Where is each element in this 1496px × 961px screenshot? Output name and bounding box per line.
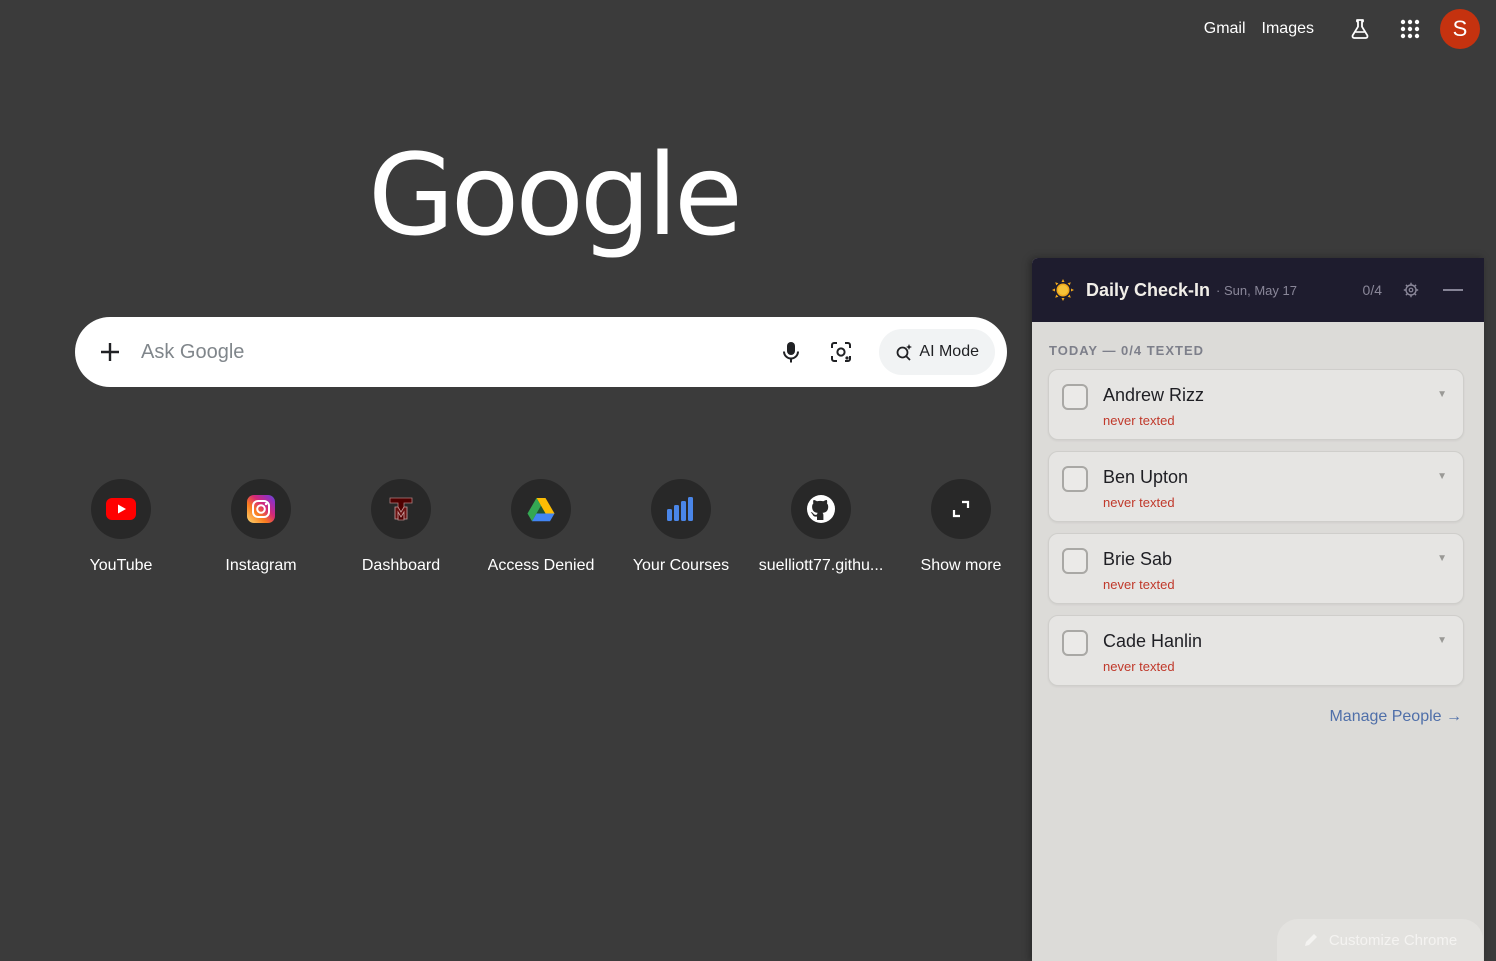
google-logo: Google	[368, 131, 743, 261]
ai-mode-label: AI Mode	[919, 343, 979, 360]
shortcut-label: Show more	[920, 557, 1002, 574]
person-status: never texted	[1103, 413, 1175, 428]
manage-people-link[interactable]: Manage People →	[1329, 708, 1462, 726]
shortcut-your-courses[interactable]: Your Courses	[611, 479, 751, 575]
shortcut-label: YouTube	[89, 557, 153, 574]
gmail-link[interactable]: Gmail	[1204, 20, 1246, 38]
texted-checkbox[interactable]	[1062, 548, 1088, 574]
texted-checkbox[interactable]	[1062, 384, 1088, 410]
chevron-down-icon[interactable]: ▼	[1437, 389, 1447, 400]
panel-header: Daily Check-In · Sun, May 17 0/4	[1032, 258, 1484, 322]
texted-checkbox[interactable]	[1062, 630, 1088, 656]
people-list: Andrew Rizz never texted ▼ Ben Upton nev…	[1048, 369, 1484, 686]
shortcut-youtube[interactable]: YouTube	[51, 479, 191, 575]
sun-icon	[1052, 279, 1074, 301]
search-box: AI Mode	[75, 317, 1007, 387]
apps-grid-icon[interactable]	[1390, 9, 1430, 49]
person-name: Cade Hanlin	[1103, 631, 1203, 651]
settings-gear-icon[interactable]	[1400, 279, 1422, 301]
plus-icon[interactable]	[97, 339, 123, 365]
customize-chrome-button[interactable]: Customize Chrome	[1277, 919, 1483, 961]
person-card[interactable]: Cade Hanlin never texted ▼	[1048, 615, 1464, 686]
person-name: Andrew Rizz	[1103, 385, 1205, 405]
github-icon	[791, 479, 851, 539]
minimize-icon[interactable]	[1442, 279, 1464, 301]
youtube-icon	[91, 479, 151, 539]
section-label: TODAY — 0/4 TEXTED	[1049, 343, 1205, 358]
person-name: Ben Upton	[1103, 467, 1189, 487]
shortcut-label: Access Denied	[487, 557, 595, 574]
shortcut-dashboard[interactable]: Dashboard	[331, 479, 471, 575]
chevron-down-icon[interactable]: ▼	[1437, 635, 1447, 646]
person-status: never texted	[1103, 495, 1175, 510]
person-card[interactable]: Brie Sab never texted ▼	[1048, 533, 1464, 604]
person-card[interactable]: Andrew Rizz never texted ▼	[1048, 369, 1464, 440]
customize-chrome-label: Customize Chrome	[1328, 931, 1458, 949]
ai-mode-button[interactable]: AI Mode	[879, 329, 995, 375]
bar-chart-icon	[651, 479, 711, 539]
top-bar: Gmail Images S	[1204, 9, 1480, 49]
shortcut-label: Dashboard	[361, 557, 441, 574]
shortcut-github[interactable]: suelliott77.githu...	[751, 479, 891, 575]
chevron-down-icon[interactable]: ▼	[1437, 471, 1447, 482]
shortcut-show-more[interactable]: Show more	[891, 479, 1031, 575]
search-input[interactable]	[139, 339, 772, 365]
google-drive-icon	[511, 479, 571, 539]
person-card[interactable]: Ben Upton never texted ▼	[1048, 451, 1464, 522]
person-status: never texted	[1103, 577, 1175, 592]
shortcut-access-denied[interactable]: Access Denied	[471, 479, 611, 575]
images-link[interactable]: Images	[1262, 20, 1314, 38]
shortcut-label: Your Courses	[632, 557, 730, 574]
texted-checkbox[interactable]	[1062, 466, 1088, 492]
microphone-icon[interactable]	[771, 332, 811, 372]
labs-flask-icon[interactable]	[1340, 9, 1380, 49]
shortcuts-row: YouTube Instagram Dashboard Access Denie…	[51, 479, 1031, 575]
person-name: Brie Sab	[1103, 549, 1173, 569]
shortcut-instagram[interactable]: Instagram	[191, 479, 331, 575]
instagram-icon	[231, 479, 291, 539]
google-lens-icon[interactable]	[821, 332, 861, 372]
person-status: never texted	[1103, 659, 1175, 674]
daily-check-in-panel: Daily Check-In · Sun, May 17 0/4 TODAY —…	[1032, 258, 1484, 961]
panel-count: 0/4	[1362, 282, 1382, 298]
pencil-icon	[1304, 934, 1317, 946]
account-avatar[interactable]: S	[1440, 9, 1480, 49]
tamu-icon	[371, 479, 431, 539]
expand-icon	[931, 479, 991, 539]
shortcut-label: Instagram	[225, 557, 297, 574]
panel-title: Daily Check-In	[1086, 279, 1211, 300]
panel-date: · Sun, May 17	[1216, 282, 1297, 298]
chevron-down-icon[interactable]: ▼	[1437, 553, 1447, 564]
shortcut-label: suelliott77.githu...	[758, 557, 884, 574]
ai-mode-sparkle-icon	[897, 344, 913, 361]
